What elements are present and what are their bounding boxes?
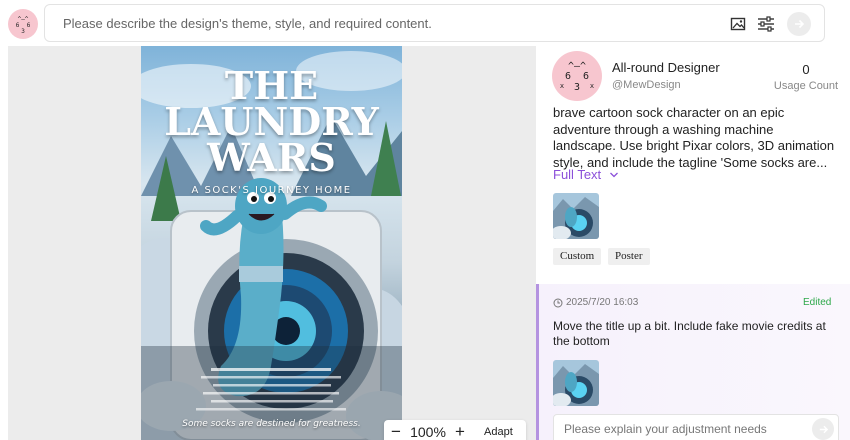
adapt-button[interactable]: Adapt xyxy=(484,426,513,438)
send-arrow-icon xyxy=(819,425,828,433)
adjustment-box xyxy=(553,414,839,440)
designer-avatar: ^—^ 6 6 x x 3 xyxy=(552,51,602,101)
svg-text:6: 6 xyxy=(583,71,589,82)
chevron-down-icon xyxy=(609,172,618,178)
tag-custom: Custom xyxy=(553,248,602,265)
history-text: Move the title up a bit. Include fake mo… xyxy=(553,319,826,348)
clock-icon xyxy=(553,298,563,307)
image-upload-icon[interactable] xyxy=(728,14,748,34)
usage-count: 0 xyxy=(802,62,810,77)
svg-text:x: x xyxy=(590,82,594,90)
poster-title: THE LAUNDRY WARS xyxy=(141,67,402,180)
cat-face-icon: ^—^ 6 6 x x 3 xyxy=(560,61,594,93)
prompt-box xyxy=(44,4,825,42)
zoom-level: 100% xyxy=(410,424,446,440)
svg-text:6: 6 xyxy=(27,22,31,29)
tag-poster: Poster xyxy=(608,248,650,265)
poster-image[interactable]: THE LAUNDRY WARS A SOCK'S JOURNEY HOME S… xyxy=(141,46,402,440)
adjustment-input[interactable] xyxy=(564,415,804,440)
poster-subtitle: A SOCK'S JOURNEY HOME xyxy=(191,185,352,196)
poster-title-line-3: WARS xyxy=(207,135,336,180)
send-button[interactable] xyxy=(787,12,811,36)
zoom-out-button[interactable]: − xyxy=(384,422,408,440)
cat-face-icon[interactable]: ^—^ 6 6 3 xyxy=(8,9,38,39)
history-thumbnail[interactable] xyxy=(553,360,599,406)
thumbnail-image xyxy=(553,360,599,406)
zoom-control: − 100% + Adapt xyxy=(384,420,526,440)
history-timestamp-text: 2025/7/20 16:03 xyxy=(566,297,639,308)
settings-sliders-icon[interactable] xyxy=(756,14,776,34)
prompt-input[interactable] xyxy=(63,5,703,41)
svg-text:6: 6 xyxy=(565,71,571,82)
designer-handle: @MewDesign xyxy=(612,79,681,91)
thumbnail-image xyxy=(553,193,599,239)
top-bar: ^—^ 6 6 3 xyxy=(0,0,850,46)
svg-text:6: 6 xyxy=(16,22,20,29)
full-text-label: Full Text xyxy=(553,167,602,182)
history-timestamp: 2025/7/20 16:03 xyxy=(553,297,638,308)
adjustment-send-button[interactable] xyxy=(812,418,834,440)
svg-text:3: 3 xyxy=(21,28,25,35)
reference-thumbnail[interactable] xyxy=(553,193,599,239)
full-text-toggle[interactable]: Full Text xyxy=(553,167,619,182)
edited-status: Edited xyxy=(803,297,832,308)
poster-tagline: Some socks are destined for greatness. xyxy=(182,419,361,429)
details-panel: ^—^ 6 6 x x 3 All-round Designer @MewDes… xyxy=(536,46,850,440)
edit-history-item: 2025/7/20 16:03 Edited Move the title up… xyxy=(536,284,850,440)
svg-text:3: 3 xyxy=(574,82,580,93)
design-canvas[interactable]: THE LAUNDRY WARS A SOCK'S JOURNEY HOME S… xyxy=(8,46,536,440)
request-description: brave cartoon sock character on an epic … xyxy=(553,105,835,170)
usage-count-label: Usage Count xyxy=(773,80,839,92)
svg-text:x: x xyxy=(560,82,564,90)
zoom-in-button[interactable]: + xyxy=(448,422,472,440)
designer-name: All-round Designer xyxy=(612,60,720,75)
send-arrow-icon xyxy=(795,19,805,29)
